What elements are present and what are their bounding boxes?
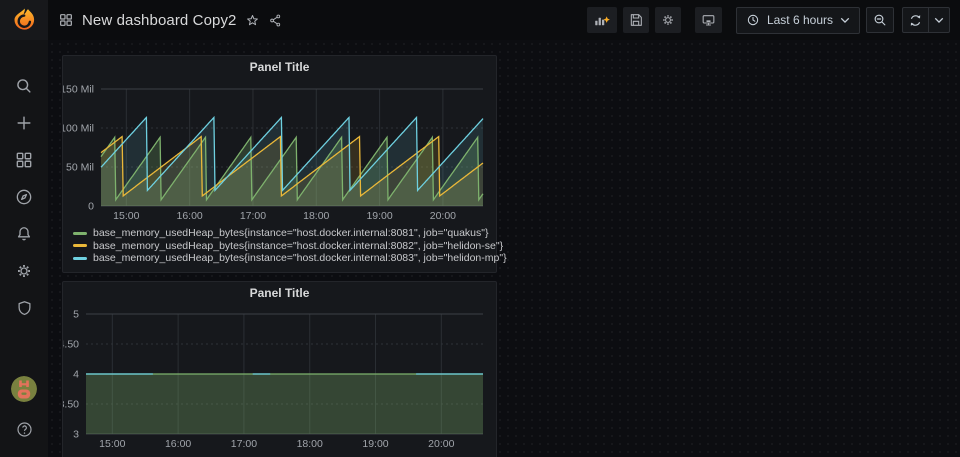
legend-item[interactable]: base_memory_usedHeap_bytes{instance="hos… [73,252,496,265]
panel-title[interactable]: Panel Title [63,282,496,304]
configuration-gear-icon [14,261,34,281]
explore-compass-icon [14,187,34,207]
chevron-down-icon [934,16,944,24]
grafana-logo[interactable] [0,0,48,40]
server-admin-shield-icon [15,299,34,318]
legend-label: base_memory_usedHeap_bytes{instance="hos… [93,227,489,239]
svg-text:15:00: 15:00 [99,438,125,450]
time-series-chart[interactable]: 15:00 16:00 17:00 18:00 19:00 20:00 0 50 Mil 100… [63,78,496,224]
svg-text:150 Mil: 150 Mil [63,84,94,96]
svg-text:3: 3 [73,429,79,441]
svg-text:50 Mil: 50 Mil [66,162,94,174]
search-button[interactable] [12,74,36,98]
top-navbar: New dashboard Copy2 [0,0,960,40]
add-panel-icon [592,11,612,29]
panel-memory-used-heap: Panel Title 15:00 16:00 17:00 18:00 19:00 20:… [62,55,497,273]
refresh-icon [908,13,923,28]
zoom-out-icon [872,12,888,28]
svg-text:15:00: 15:00 [113,210,139,222]
refresh-controls [902,7,950,33]
svg-text:20:00: 20:00 [430,210,456,222]
cycle-view-button[interactable] [695,7,722,33]
dashboards-button[interactable] [12,148,36,172]
side-menu [0,40,48,457]
svg-text:19:00: 19:00 [366,210,392,222]
clock-icon [746,13,760,27]
dashboard-canvas: Panel Title 15:00 16:00 17:00 18:00 19:00 20:… [48,40,960,457]
apps-grid-icon [58,12,74,28]
svg-text:18:00: 18:00 [303,210,329,222]
svg-text:18:00: 18:00 [297,438,323,450]
time-range-picker[interactable]: Last 6 hours [736,7,860,34]
add-panel-button[interactable] [587,7,617,33]
svg-text:100 Mil: 100 Mil [63,123,94,135]
refresh-interval-dropdown[interactable] [929,7,950,33]
legend-item[interactable]: base_memory_usedHeap_bytes{instance="hos… [73,227,496,240]
refresh-button[interactable] [902,7,929,33]
time-range-label: Last 6 hours [767,13,833,27]
legend-label: base_memory_usedHeap_bytes{instance="hos… [93,252,507,264]
panel-title[interactable]: Panel Title [63,56,496,78]
legend: base_memory_usedHeap_bytes{instance="hos… [63,224,496,265]
chevron-down-icon [840,16,850,24]
dashboards-icon [14,150,34,170]
svg-text:16:00: 16:00 [165,438,191,450]
help-button[interactable] [12,417,36,441]
share-icon[interactable] [268,13,283,28]
create-button[interactable] [12,111,36,135]
grafana-logo-icon [11,7,37,33]
svg-text:5: 5 [73,309,79,321]
legend-swatch-yellow [73,244,87,247]
svg-text:0: 0 [88,201,94,213]
svg-text:16:00: 16:00 [177,210,203,222]
dashboard-settings-button[interactable] [655,7,681,33]
svg-text:4.50: 4.50 [63,339,79,351]
svg-text:19:00: 19:00 [362,438,388,450]
configuration-button[interactable] [12,259,36,283]
legend-item[interactable]: base_memory_usedHeap_bytes{instance="hos… [73,240,496,253]
save-dashboard-icon [628,12,644,28]
server-admin-button[interactable] [12,296,36,320]
user-avatar-image [11,376,37,402]
legend-swatch-green [73,232,87,235]
legend-label: base_memory_usedHeap_bytes{instance="hos… [93,240,503,252]
explore-button[interactable] [12,185,36,209]
user-avatar[interactable] [11,376,37,402]
help-icon [15,420,34,439]
svg-text:17:00: 17:00 [240,210,266,222]
time-series-chart[interactable]: 15:00 16:00 17:00 18:00 19:00 20:00 3 3.50 4 4.50… [63,304,496,456]
search-icon [14,76,34,96]
star-icon[interactable] [245,13,260,28]
svg-text:20:00: 20:00 [428,438,454,450]
save-dashboard-button[interactable] [623,7,649,33]
legend-swatch-cyan [73,257,87,260]
zoom-out-button[interactable] [866,7,894,33]
dashboard-title[interactable]: New dashboard Copy2 [82,12,237,29]
svg-text:3.50: 3.50 [63,399,79,411]
alerting-button[interactable] [12,222,36,246]
dashboard-settings-icon [660,12,676,28]
alerting-bell-icon [14,224,34,244]
cycle-view-icon [700,12,717,28]
svg-text:4: 4 [73,369,79,381]
svg-text:17:00: 17:00 [231,438,257,450]
plus-icon [14,113,34,133]
panel-constant-metric: Panel Title 15:00 16:00 17:00 18:00 19:00 20:… [62,281,497,457]
